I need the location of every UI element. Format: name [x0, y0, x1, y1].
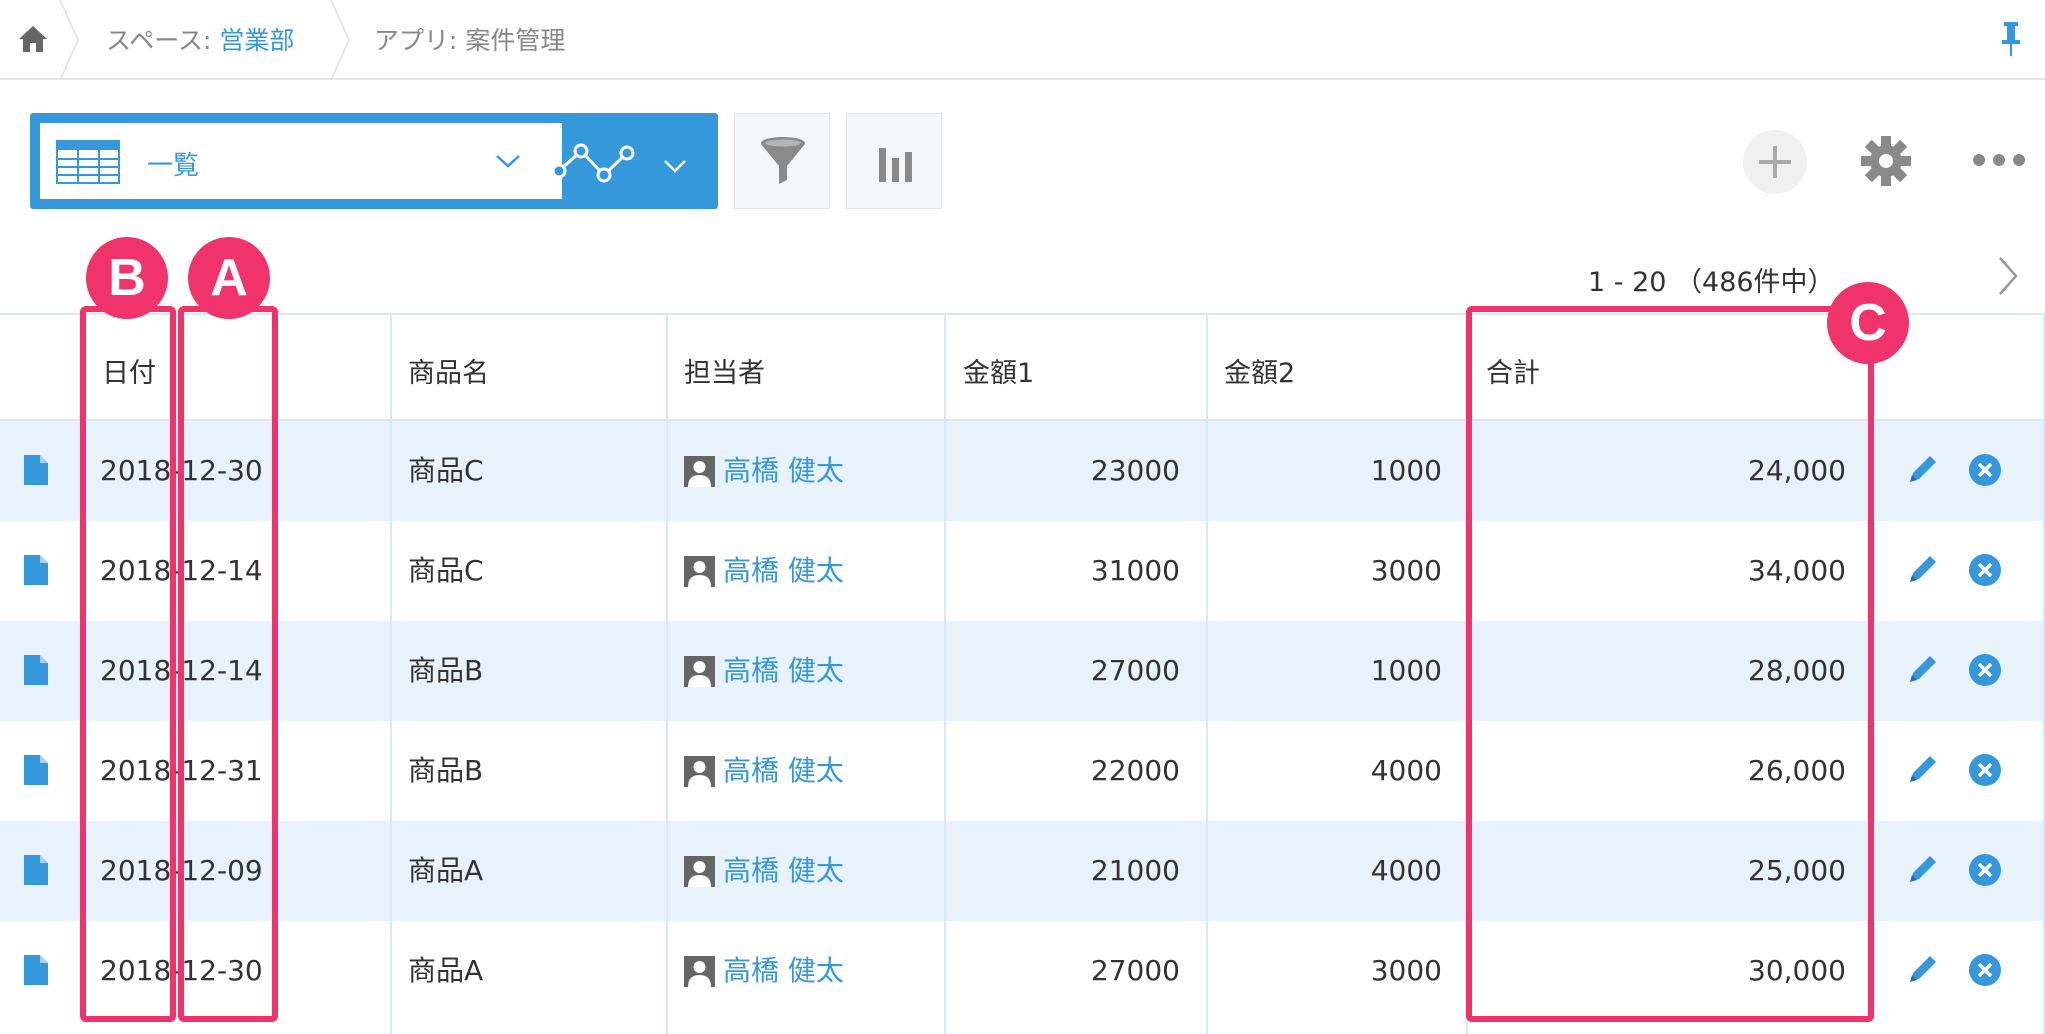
delete-icon[interactable] — [1968, 853, 2002, 887]
add-record-button[interactable] — [1743, 130, 1807, 194]
breadcrumb-space-link[interactable]: 営業部 — [219, 26, 294, 55]
cell-person-link[interactable]: 高橋 健太 — [723, 521, 844, 621]
edit-icon[interactable] — [1905, 451, 1941, 487]
edit-icon[interactable] — [1905, 951, 1941, 987]
delete-icon[interactable] — [1968, 753, 2002, 787]
highlight-box-c — [1466, 306, 1874, 1022]
plus-icon — [1759, 146, 1791, 178]
pin-icon[interactable] — [1999, 20, 2023, 58]
cell-amount2: 1000 — [1370, 454, 1442, 487]
cell-person-link[interactable]: 高橋 健太 — [723, 921, 844, 1021]
user-avatar-icon — [684, 956, 715, 987]
table-view-icon — [56, 140, 120, 184]
user-avatar-icon — [684, 456, 715, 487]
cell-amount2: 3000 — [1370, 954, 1442, 987]
cell-amount1: 23000 — [1090, 454, 1180, 487]
breadcrumb-separator-icon — [330, 0, 351, 80]
header-amount2[interactable]: 金額2 — [1224, 315, 1295, 421]
highlight-box-b — [80, 306, 176, 1022]
highlight-box-a — [178, 306, 278, 1022]
cell-amount1: 31000 — [1090, 554, 1180, 587]
chevron-down-icon[interactable] — [662, 157, 688, 175]
cell-amount2: 3000 — [1370, 554, 1442, 587]
column-divider — [1206, 313, 1208, 1034]
record-detail-icon[interactable] — [22, 453, 50, 487]
gear-icon[interactable] — [1860, 135, 1912, 187]
cell-amount1: 27000 — [1090, 654, 1180, 687]
cell-product: 商品B — [408, 654, 484, 687]
home-icon[interactable] — [16, 22, 50, 56]
delete-icon[interactable] — [1968, 953, 2002, 987]
user-avatar-icon — [684, 756, 715, 787]
record-detail-icon[interactable] — [22, 653, 50, 687]
edit-icon[interactable] — [1905, 551, 1941, 587]
cell-product: 商品C — [408, 454, 484, 487]
cell-amount1: 22000 — [1090, 754, 1180, 787]
edit-icon[interactable] — [1905, 651, 1941, 687]
record-detail-icon[interactable] — [22, 553, 50, 587]
delete-icon[interactable] — [1968, 453, 2002, 487]
cell-person-link[interactable]: 高橋 健太 — [723, 721, 844, 821]
view-select[interactable]: 一覧 — [40, 123, 562, 199]
cell-product: 商品A — [408, 854, 484, 887]
breadcrumb-app[interactable]: アプリ: 案件管理 — [374, 21, 565, 57]
breadcrumb-space-prefix: スペース: — [106, 26, 220, 55]
cell-person-link[interactable]: 高橋 健太 — [723, 821, 844, 921]
user-avatar-icon — [684, 656, 715, 687]
cell-amount2: 1000 — [1370, 654, 1442, 687]
annotation-badge-b: B — [86, 237, 168, 319]
graph-icon[interactable] — [549, 141, 639, 185]
user-avatar-icon — [684, 856, 715, 887]
header-amount1[interactable]: 金額1 — [963, 315, 1034, 421]
record-detail-icon[interactable] — [22, 753, 50, 787]
filter-button[interactable] — [734, 113, 830, 209]
column-divider — [666, 313, 668, 1034]
view-name: 一覧 — [147, 151, 200, 181]
graph-button[interactable] — [846, 113, 942, 209]
next-page-icon[interactable] — [1995, 254, 2021, 298]
cell-amount2: 4000 — [1370, 854, 1442, 887]
column-divider — [390, 313, 392, 1034]
more-icon[interactable] — [1972, 148, 2026, 172]
filter-icon — [761, 137, 805, 184]
edit-icon[interactable] — [1905, 851, 1941, 887]
column-divider — [944, 313, 946, 1034]
cell-product: 商品A — [408, 954, 484, 987]
record-detail-icon[interactable] — [22, 953, 50, 987]
header-person[interactable]: 担当者 — [684, 315, 765, 421]
view-selector-group: 一覧 — [30, 113, 718, 209]
breadcrumb-separator-icon — [59, 0, 80, 80]
cell-product: 商品B — [408, 754, 484, 787]
cell-person-link[interactable]: 高橋 健太 — [723, 621, 844, 721]
annotation-badge-a: A — [188, 237, 270, 319]
delete-icon[interactable] — [1968, 553, 2002, 587]
annotation-badge-c: C — [1827, 282, 1909, 364]
chevron-down-icon — [496, 155, 520, 168]
breadcrumb-space[interactable]: スペース: 営業部 — [106, 21, 294, 57]
chart-icon — [879, 148, 912, 182]
breadcrumb: スペース: 営業部 アプリ: 案件管理 — [0, 0, 2045, 80]
user-avatar-icon — [684, 556, 715, 587]
header-product[interactable]: 商品名 — [408, 315, 489, 421]
cell-amount1: 27000 — [1090, 954, 1180, 987]
edit-icon[interactable] — [1905, 751, 1941, 787]
delete-icon[interactable] — [1968, 653, 2002, 687]
record-detail-icon[interactable] — [22, 853, 50, 887]
cell-product: 商品C — [408, 554, 484, 587]
cell-amount2: 4000 — [1370, 754, 1442, 787]
pager-range: 1 - 20 （486件中） — [1588, 267, 1835, 298]
cell-person-link[interactable]: 高橋 健太 — [723, 421, 844, 521]
cell-amount1: 21000 — [1090, 854, 1180, 887]
